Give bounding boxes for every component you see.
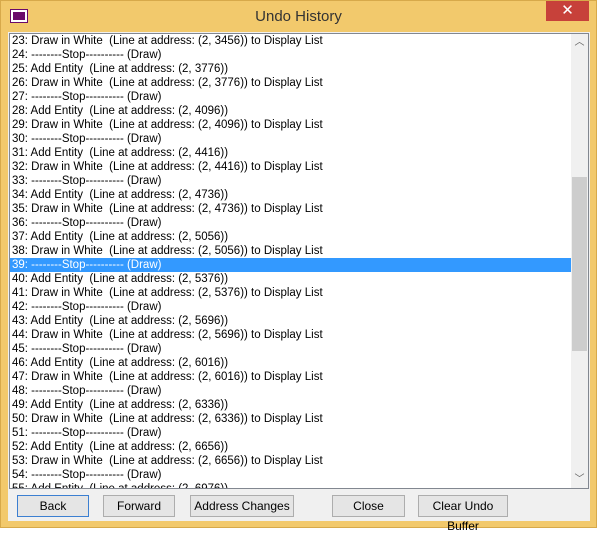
list-item[interactable]: 28: Add Entity (Line at address: (2, 409… bbox=[10, 104, 588, 118]
undo-history-list[interactable]: 23: Draw in White (Line at address: (2, … bbox=[9, 33, 589, 489]
back-button[interactable]: Back bbox=[17, 495, 89, 517]
list-item[interactable]: 29: Draw in White (Line at address: (2, … bbox=[10, 118, 588, 132]
forward-button[interactable]: Forward bbox=[103, 495, 175, 517]
address-changes-button[interactable]: Address Changes bbox=[190, 495, 294, 517]
list-item[interactable]: 25: Add Entity (Line at address: (2, 377… bbox=[10, 62, 588, 76]
list-item[interactable]: 47: Draw in White (Line at address: (2, … bbox=[10, 370, 588, 384]
list-item[interactable]: 51: --------Stop---------- (Draw) bbox=[10, 426, 588, 440]
list-item[interactable]: 37: Add Entity (Line at address: (2, 505… bbox=[10, 230, 588, 244]
list-item[interactable]: 48: --------Stop---------- (Draw) bbox=[10, 384, 588, 398]
scroll-up-icon[interactable]: ︿ bbox=[571, 34, 588, 51]
list-item[interactable]: 52: Add Entity (Line at address: (2, 665… bbox=[10, 440, 588, 454]
list-item[interactable]: 42: --------Stop---------- (Draw) bbox=[10, 300, 588, 314]
list-item[interactable]: 24: --------Stop---------- (Draw) bbox=[10, 48, 588, 62]
close-button[interactable]: Close bbox=[332, 495, 405, 517]
list-item[interactable]: 26: Draw in White (Line at address: (2, … bbox=[10, 76, 588, 90]
window-title: Undo History bbox=[255, 8, 342, 25]
list-item[interactable]: 33: --------Stop---------- (Draw) bbox=[10, 174, 588, 188]
list-item[interactable]: 32: Draw in White (Line at address: (2, … bbox=[10, 160, 588, 174]
list-item[interactable]: 34: Add Entity (Line at address: (2, 473… bbox=[10, 188, 588, 202]
list-item[interactable]: 43: Add Entity (Line at address: (2, 569… bbox=[10, 314, 588, 328]
scroll-down-icon[interactable]: ﹀ bbox=[571, 471, 588, 488]
title-bar[interactable]: Undo History ✕ bbox=[1, 1, 596, 32]
list-item[interactable]: 41: Draw in White (Line at address: (2, … bbox=[10, 286, 588, 300]
window-close-button[interactable]: ✕ bbox=[546, 1, 589, 21]
list-rows: 23: Draw in White (Line at address: (2, … bbox=[10, 34, 588, 488]
vertical-scrollbar[interactable]: ︿ ﹀ bbox=[571, 34, 588, 488]
list-item[interactable]: 38: Draw in White (Line at address: (2, … bbox=[10, 244, 588, 258]
scroll-thumb[interactable] bbox=[572, 177, 587, 351]
client-area: 23: Draw in White (Line at address: (2, … bbox=[8, 32, 590, 533]
list-item[interactable]: 30: --------Stop---------- (Draw) bbox=[10, 132, 588, 146]
list-item[interactable]: 44: Draw in White (Line at address: (2, … bbox=[10, 328, 588, 342]
list-item[interactable]: 27: --------Stop---------- (Draw) bbox=[10, 90, 588, 104]
list-item[interactable]: 45: --------Stop---------- (Draw) bbox=[10, 342, 588, 356]
list-item[interactable]: 54: --------Stop---------- (Draw) bbox=[10, 468, 588, 482]
list-item[interactable]: 49: Add Entity (Line at address: (2, 633… bbox=[10, 398, 588, 412]
list-item[interactable]: 36: --------Stop---------- (Draw) bbox=[10, 216, 588, 230]
list-item[interactable]: 46: Add Entity (Line at address: (2, 601… bbox=[10, 356, 588, 370]
list-item[interactable]: 31: Add Entity (Line at address: (2, 441… bbox=[10, 146, 588, 160]
undo-history-window: Undo History ✕ 23: Draw in White (Line a… bbox=[0, 0, 597, 533]
list-item[interactable]: 23: Draw in White (Line at address: (2, … bbox=[10, 34, 588, 48]
list-item[interactable]: 40: Add Entity (Line at address: (2, 537… bbox=[10, 272, 588, 286]
list-item[interactable]: 39: --------Stop---------- (Draw) bbox=[10, 258, 588, 272]
list-item[interactable]: 50: Draw in White (Line at address: (2, … bbox=[10, 412, 588, 426]
list-item[interactable]: 53: Draw in White (Line at address: (2, … bbox=[10, 454, 588, 468]
list-item[interactable]: 55: Add Entity (Line at address: (2, 697… bbox=[10, 482, 588, 488]
clear-undo-buffer-button[interactable]: Clear Undo Buffer bbox=[418, 495, 508, 533]
list-item[interactable]: 35: Draw in White (Line at address: (2, … bbox=[10, 202, 588, 216]
